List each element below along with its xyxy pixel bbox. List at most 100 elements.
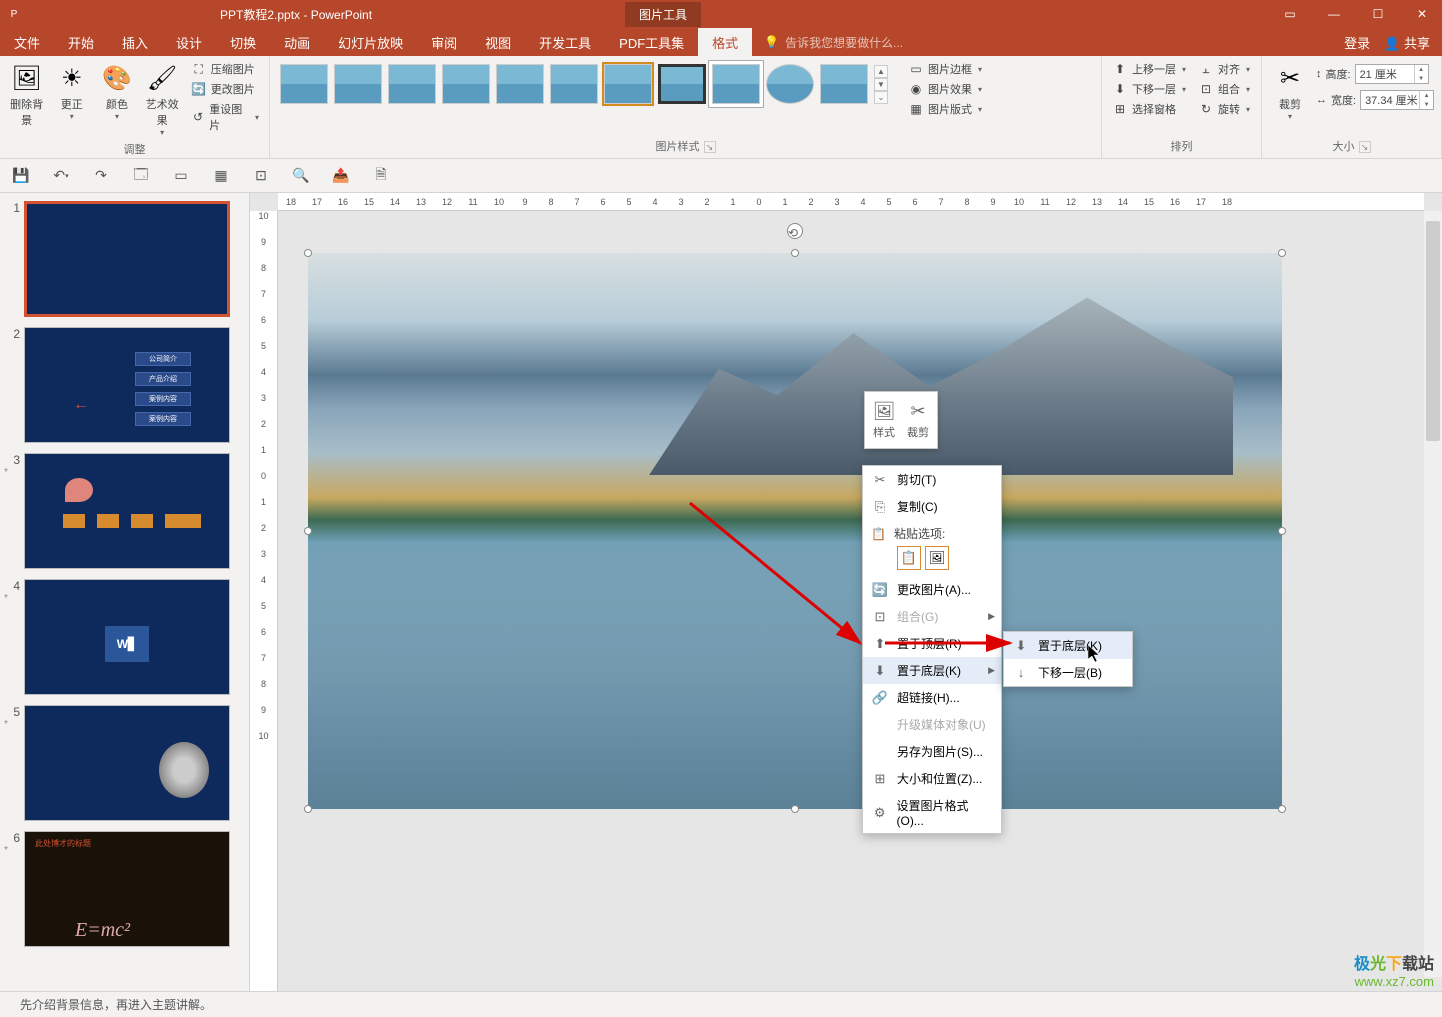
- vertical-scrollbar[interactable]: [1424, 211, 1442, 977]
- login-button[interactable]: 登录: [1344, 33, 1370, 52]
- picture-styles-gallery[interactable]: ▲ ▼ ⌄: [276, 60, 892, 108]
- slide-thumb-1[interactable]: 1: [4, 201, 245, 317]
- tab-design[interactable]: 设计: [162, 28, 216, 56]
- ctx-change-picture[interactable]: 🔄更改图片(A)...: [863, 576, 1001, 603]
- align-button[interactable]: ⫠对齐▾: [1194, 60, 1254, 78]
- resize-handle[interactable]: [791, 805, 799, 813]
- tab-review[interactable]: 审阅: [417, 28, 471, 56]
- save-icon[interactable]: 💾: [10, 165, 32, 187]
- resize-handle[interactable]: [791, 249, 799, 257]
- tab-home[interactable]: 开始: [54, 28, 108, 56]
- style-thumb[interactable]: [766, 64, 814, 104]
- qat-icon-4[interactable]: ⊡: [250, 165, 272, 187]
- crop-button[interactable]: ✂ 裁剪 ▾: [1268, 60, 1312, 123]
- ctx-bring-to-front[interactable]: ⬆置于顶层(R)▶: [863, 630, 1001, 657]
- tab-insert[interactable]: 插入: [108, 28, 162, 56]
- sub-send-backward[interactable]: ↓下移一层(B): [1004, 659, 1132, 686]
- remove-background-button[interactable]: 🖼 删除背景: [6, 60, 47, 130]
- selected-image[interactable]: [308, 253, 1282, 809]
- gallery-down-icon[interactable]: ▼: [874, 78, 888, 91]
- scrollbar-thumb[interactable]: [1426, 221, 1440, 441]
- ctx-send-to-back[interactable]: ⬇置于底层(K)▶: [863, 657, 1001, 684]
- mini-crop-button[interactable]: ✂ 裁剪: [907, 400, 929, 440]
- ctx-format-picture[interactable]: ⚙设置图片格式(O)...: [863, 792, 1001, 833]
- redo-icon[interactable]: ↷: [90, 165, 112, 187]
- ctx-hyperlink[interactable]: 🔗超链接(H)...: [863, 684, 1001, 711]
- group-button[interactable]: ⊡组合▾: [1194, 80, 1254, 98]
- bring-forward-button[interactable]: ⬆上移一层▾: [1108, 60, 1190, 78]
- spin-up-icon[interactable]: ▲: [1420, 91, 1433, 100]
- send-backward-button[interactable]: ⬇下移一层▾: [1108, 80, 1190, 98]
- gallery-up-icon[interactable]: ▲: [874, 65, 888, 78]
- style-thumb[interactable]: [442, 64, 490, 104]
- tab-animations[interactable]: 动画: [270, 28, 324, 56]
- artistic-effects-button[interactable]: 🖌 艺术效果 ▾: [142, 60, 183, 139]
- picture-layout-button[interactable]: ▦图片版式▾: [904, 100, 986, 118]
- tab-file[interactable]: 文件: [0, 28, 54, 56]
- picture-border-button[interactable]: ▭图片边框▾: [904, 60, 986, 78]
- slide-canvas[interactable]: [308, 253, 1282, 809]
- color-button[interactable]: 🎨 颜色 ▾: [96, 60, 137, 123]
- style-thumb[interactable]: [280, 64, 328, 104]
- paste-option-2[interactable]: 🖼: [925, 546, 949, 570]
- slide-thumb-6[interactable]: 6* 此处博才的标题 E=mc²: [4, 831, 245, 947]
- style-thumb[interactable]: [550, 64, 598, 104]
- slide-thumb-5[interactable]: 5*: [4, 705, 245, 821]
- share-button[interactable]: 👤 共享: [1384, 33, 1430, 52]
- dialog-launcher-icon[interactable]: ↘: [704, 141, 716, 153]
- paste-option-1[interactable]: 📋: [897, 546, 921, 570]
- tab-view[interactable]: 视图: [471, 28, 525, 56]
- tab-pdf[interactable]: PDF工具集: [605, 28, 698, 56]
- resize-handle[interactable]: [304, 249, 312, 257]
- rotate-button[interactable]: ↻旋转▾: [1194, 100, 1254, 118]
- tab-format[interactable]: 格式: [698, 28, 752, 56]
- qat-icon-3[interactable]: ▦: [210, 165, 232, 187]
- spin-up-icon[interactable]: ▲: [1415, 65, 1428, 74]
- style-thumb[interactable]: [820, 64, 868, 104]
- qat-icon-7[interactable]: 🗎: [370, 165, 392, 187]
- tab-transitions[interactable]: 切换: [216, 28, 270, 56]
- picture-effects-button[interactable]: ◉图片效果▾: [904, 80, 986, 98]
- maximize-icon[interactable]: ☐: [1358, 0, 1398, 28]
- style-thumb[interactable]: [658, 64, 706, 104]
- resize-handle[interactable]: [1278, 527, 1286, 535]
- spin-down-icon[interactable]: ▼: [1420, 100, 1433, 109]
- style-thumb[interactable]: [388, 64, 436, 104]
- qat-icon-6[interactable]: 📤: [330, 165, 352, 187]
- width-input[interactable]: 37.34 厘米 ▲▼: [1360, 90, 1434, 110]
- change-picture-button[interactable]: 🔄更改图片: [187, 80, 263, 98]
- minimize-icon[interactable]: —: [1314, 0, 1354, 28]
- close-icon[interactable]: ✕: [1402, 0, 1442, 28]
- resize-handle[interactable]: [1278, 805, 1286, 813]
- qat-icon-1[interactable]: 🗔: [130, 165, 152, 187]
- ctx-cut[interactable]: ✂剪切(T): [863, 466, 1001, 493]
- style-thumb[interactable]: [712, 64, 760, 104]
- slide-thumb-3[interactable]: 3*: [4, 453, 245, 569]
- reset-picture-button[interactable]: ↺重设图片▾: [187, 100, 263, 134]
- resize-handle[interactable]: [304, 805, 312, 813]
- corrections-button[interactable]: ☀ 更正 ▾: [51, 60, 92, 123]
- spin-down-icon[interactable]: ▼: [1415, 74, 1428, 83]
- resize-handle[interactable]: [304, 527, 312, 535]
- selection-pane-button[interactable]: ⊞选择窗格: [1108, 100, 1190, 118]
- compress-pictures-button[interactable]: ⛶压缩图片: [187, 60, 263, 78]
- tab-developer[interactable]: 开发工具: [525, 28, 605, 56]
- ctx-size-position[interactable]: ⊞大小和位置(Z)...: [863, 765, 1001, 792]
- undo-icon[interactable]: ↶ ▾: [50, 165, 72, 187]
- qat-icon-2[interactable]: ▭: [170, 165, 192, 187]
- dialog-launcher-icon[interactable]: ↘: [1359, 141, 1371, 153]
- tell-me-box[interactable]: 💡 告诉我您想要做什么...: [764, 28, 903, 56]
- height-input[interactable]: 21 厘米 ▲▼: [1355, 64, 1429, 84]
- style-thumb[interactable]: [604, 64, 652, 104]
- ctx-save-as-picture[interactable]: 另存为图片(S)...: [863, 738, 1001, 765]
- rotate-handle[interactable]: [787, 223, 803, 239]
- ribbon-options-icon[interactable]: ▭: [1270, 0, 1310, 28]
- slide-thumb-4[interactable]: 4* W▋: [4, 579, 245, 695]
- slide-thumb-2[interactable]: 2 公司简介 产品介绍 案例内容 案例内容 ←: [4, 327, 245, 443]
- resize-handle[interactable]: [1278, 249, 1286, 257]
- style-thumb[interactable]: [496, 64, 544, 104]
- mini-style-button[interactable]: 🖼 样式: [873, 400, 895, 440]
- sub-send-to-back[interactable]: ⬇置于底层(K): [1004, 632, 1132, 659]
- ctx-copy[interactable]: ⎘复制(C): [863, 493, 1001, 520]
- contextual-tab-picture-tools[interactable]: 图片工具: [625, 2, 701, 27]
